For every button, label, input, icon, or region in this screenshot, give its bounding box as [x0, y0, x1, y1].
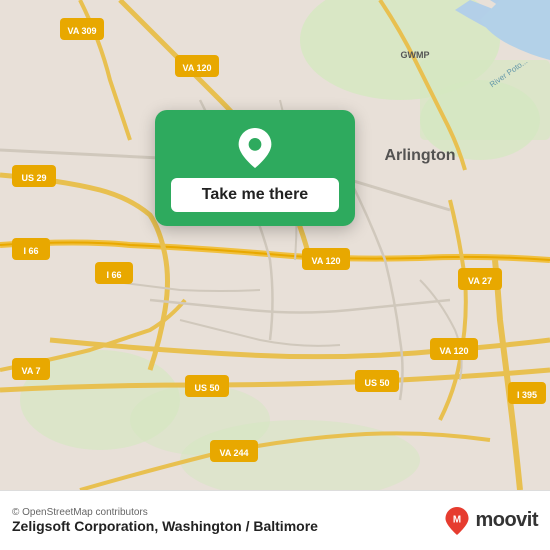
svg-text:VA 120: VA 120 [182, 63, 211, 73]
svg-text:VA 7: VA 7 [21, 366, 40, 376]
svg-text:GWMP: GWMP [401, 50, 430, 60]
svg-text:I 66: I 66 [23, 246, 38, 256]
map-attribution: © OpenStreetMap contributors [12, 507, 318, 518]
svg-text:VA 120: VA 120 [439, 346, 468, 356]
location-title: Zeligsoft Corporation, Washington / Balt… [12, 518, 318, 534]
svg-text:Arlington: Arlington [384, 147, 455, 164]
map-container: VA 309 VA 120 US 29 I 66 I 66 VA 7 US 50… [0, 0, 550, 490]
svg-text:US 50: US 50 [364, 378, 389, 388]
svg-text:VA 244: VA 244 [219, 448, 248, 458]
bottom-bar: © OpenStreetMap contributors Zeligsoft C… [0, 490, 550, 550]
svg-text:VA 309: VA 309 [67, 26, 96, 36]
location-pin-icon [235, 128, 275, 168]
svg-text:US 50: US 50 [194, 383, 219, 393]
moovit-pin-icon: M [443, 507, 471, 535]
take-me-there-button[interactable]: Take me there [171, 178, 339, 212]
map-svg: VA 309 VA 120 US 29 I 66 I 66 VA 7 US 50… [0, 0, 550, 490]
svg-text:VA 120: VA 120 [311, 256, 340, 266]
svg-text:VA 27: VA 27 [468, 276, 492, 286]
moovit-brand-text: moovit [475, 509, 538, 532]
location-card: Take me there [155, 110, 355, 226]
svg-text:M: M [453, 514, 461, 525]
svg-text:I 66: I 66 [106, 270, 121, 280]
svg-text:I 395: I 395 [517, 390, 537, 400]
moovit-logo: M moovit [443, 507, 538, 535]
bottom-left-info: © OpenStreetMap contributors Zeligsoft C… [12, 507, 318, 534]
svg-text:US 29: US 29 [21, 173, 46, 183]
